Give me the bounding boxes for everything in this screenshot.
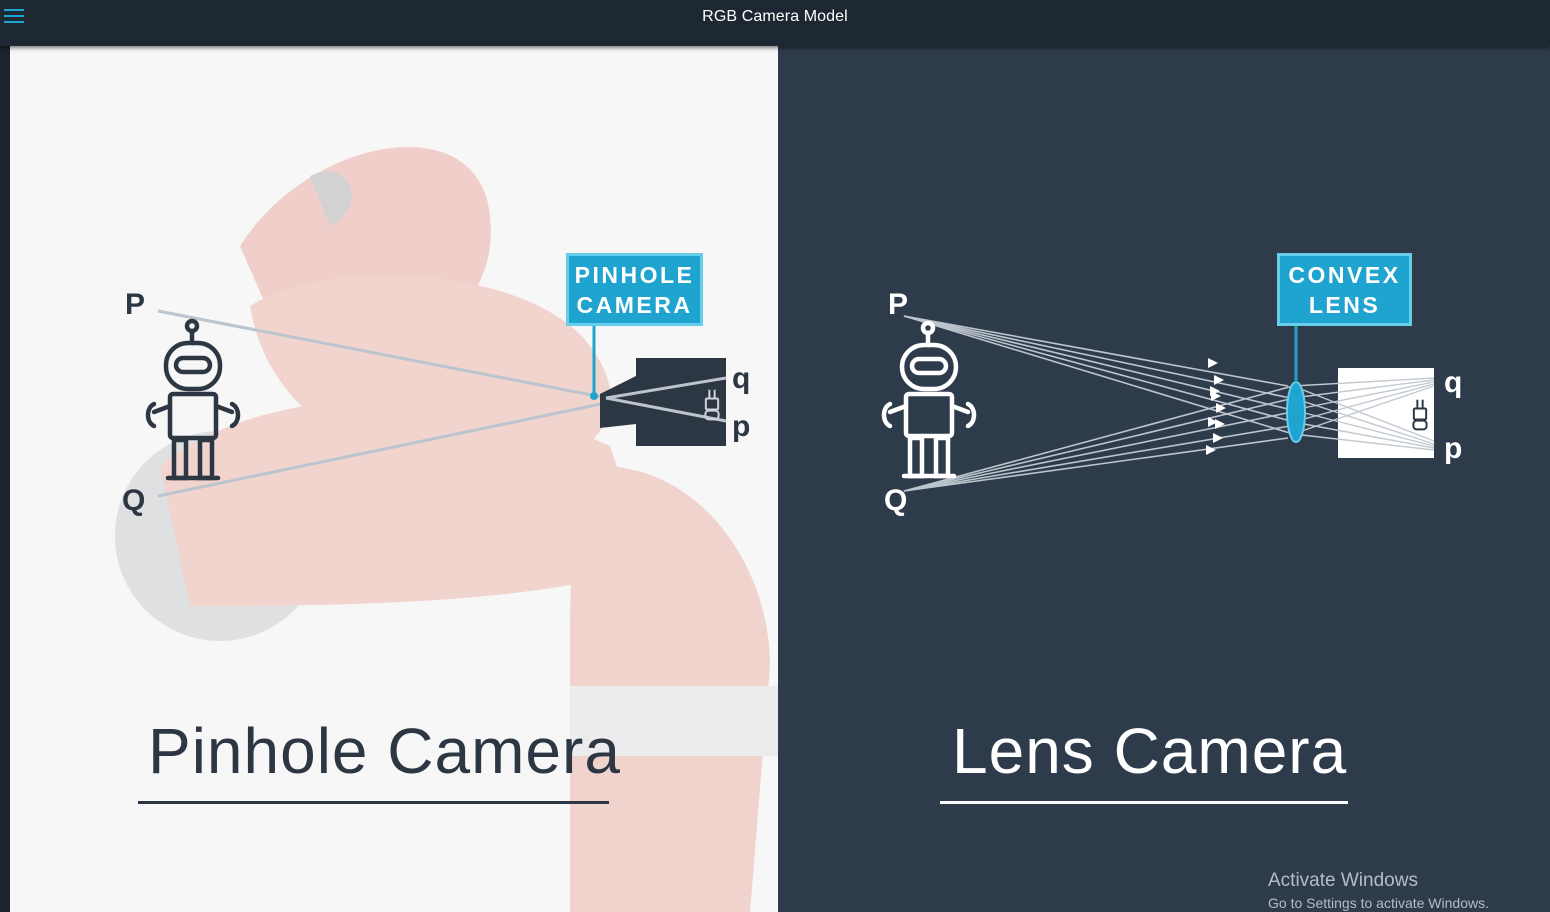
object-point-label-bottom: Q [884, 484, 908, 517]
lens-title-underline [940, 801, 1348, 804]
window-title: RGB Camera Model [702, 8, 848, 25]
video-camera-icon [600, 358, 727, 446]
image-point-label-top: q [1444, 366, 1463, 399]
callout-line-2: LENS [1308, 292, 1381, 318]
image-point-label-top: q [732, 362, 751, 395]
pinhole-camera-callout: PINHOLE CAMERA [566, 253, 703, 326]
robot-icon [881, 320, 977, 479]
convex-lens-callout: CONVEX LENS [1277, 253, 1412, 326]
activate-windows-title: Activate Windows [1268, 870, 1418, 891]
title-bar: RGB Camera Model [0, 0, 1550, 46]
callout-line-1: PINHOLE [574, 262, 695, 288]
image-point-label-bottom: p [1444, 432, 1463, 465]
callout-line-1: CONVEX [1288, 262, 1401, 288]
object-point-label-top: P [125, 288, 146, 321]
lens-title: Lens Camera [952, 715, 1348, 787]
lens-panel: P Q q p CONVEX LENS Lens Camera Activate… [778, 46, 1550, 912]
image-point-label-bottom: p [732, 410, 751, 443]
object-point-label-top: P [888, 288, 909, 321]
pinhole-panel: P Q q p PINHOLE CAMERA Pinhole Camera [10, 46, 778, 912]
rays-from-q [903, 385, 1295, 492]
pinhole-title: Pinhole Camera [148, 715, 621, 787]
video-frame[interactable]: P Q q p PINHOLE CAMERA Pinhole Camera P … [10, 46, 1550, 912]
object-point-label-bottom: Q [122, 484, 146, 517]
activate-windows-subtitle: Go to Settings to activate Windows. [1268, 895, 1489, 911]
callout-line-2: CAMERA [576, 292, 693, 318]
convex-lens-icon [1286, 381, 1306, 443]
pinhole-title-underline [138, 801, 609, 804]
rays-from-p [903, 315, 1295, 435]
